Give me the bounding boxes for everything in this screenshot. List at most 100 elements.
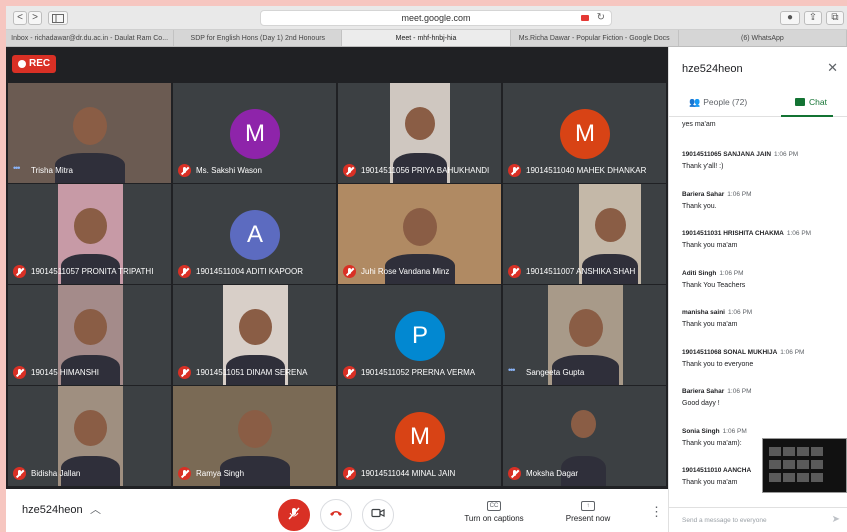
participant-tile[interactable]: 19014511057 PRONITA TRIPATHI [8, 184, 171, 284]
chat-message-header: manisha saini 1:06 PM [682, 309, 842, 316]
people-tab-label: People (72) [703, 97, 748, 107]
browser-tab[interactable]: SDP for English Hons (Day 1) 2nd Honours [174, 30, 343, 46]
participant-face [570, 410, 596, 438]
address-bar[interactable]: meet.google.com ↻ [260, 10, 612, 26]
participant-tile[interactable]: 190145 HIMANSHI [8, 285, 171, 385]
participant-name: 19014511052 PRERNA VERMA [361, 367, 476, 377]
chat-text: Good dayy ! [682, 400, 720, 407]
participant-tile[interactable]: M 19014511044 MINAL JAIN [338, 386, 501, 486]
forward-button[interactable]: > [28, 11, 42, 25]
browser-tab[interactable]: Meet - mhf-hnbj-hia [342, 30, 511, 46]
more-options-icon[interactable]: ⋮ [650, 504, 663, 520]
participant-name-bar: 19014511007 ANSHIKA SHAH [508, 264, 635, 278]
chat-text: Thank you to everyone [682, 360, 754, 368]
participant-name-bar: Bidisha Jallan [13, 466, 80, 480]
microphone-toggle-button[interactable] [278, 499, 310, 531]
participant-tile[interactable]: 19014511051 DINAM SERENA [173, 285, 336, 385]
participant-name-bar: 19014511040 MAHEK DHANKAR [508, 163, 646, 177]
reload-icon[interactable]: ↻ [597, 12, 605, 23]
tab-people[interactable]: 👥 People (72) [689, 97, 747, 108]
chat-timestamp: 1:06 PM [780, 348, 805, 356]
meeting-details-label[interactable]: hze524heon [22, 504, 83, 516]
recording-label: REC [29, 58, 51, 69]
chat-text: Thank you ma'am [682, 321, 738, 328]
present-now-button[interactable]: ↑ Present now [560, 501, 616, 523]
participant-face [239, 309, 272, 345]
video-camera-icon [363, 507, 393, 521]
participant-face [237, 410, 272, 448]
participant-tile[interactable]: M Ms. Sakshi Wason [173, 83, 336, 183]
browser-tab[interactable]: (6) WhatsApp [679, 30, 847, 46]
chat-sender: 19014511065 SANJANA JAIN [682, 151, 772, 158]
thumbnail-tile [769, 447, 781, 456]
participant-tile[interactable]: A 19014511004 ADITI KAPOOR [173, 184, 336, 284]
screen-thumbnail-preview [762, 438, 847, 493]
participant-tile[interactable]: Sangeeta Gupta [503, 285, 666, 385]
participant-tile[interactable]: 19014511007 ANSHIKA SHAH [503, 184, 666, 284]
tab-chat[interactable]: Chat [795, 97, 827, 107]
chat-text: Thank you ma'am [682, 242, 738, 249]
participant-name: 19014511044 MINAL JAIN [361, 468, 456, 478]
chat-message: Bariera Sahar 1:06 PM Good dayy ! [682, 388, 842, 407]
thumbnail-tile [811, 447, 823, 456]
send-icon[interactable]: ➤ [832, 514, 840, 525]
participant-tile[interactable]: Moksha Dagar [503, 386, 666, 486]
participant-name: Sangeeta Gupta [526, 367, 585, 377]
chat-message: 19014511065 SANJANA JAIN 1:06 PM Thank y'a… [682, 151, 842, 170]
leave-call-button[interactable] [320, 499, 352, 531]
participant-name-bar: 19014511052 PRERNA VERMA [343, 365, 475, 379]
participant-tile[interactable]: Ramya Singh [173, 386, 336, 486]
browser-tab[interactable]: Inbox - richadawar@dr.du.ac.in - Daulat … [6, 30, 175, 46]
chat-message-header: Sonia Singh 1:06 PM [682, 428, 842, 435]
close-icon[interactable]: ✕ [827, 60, 838, 76]
browser-tab[interactable]: Ms.Richa Dawar - Popular Fiction - Googl… [511, 30, 679, 46]
participant-tile[interactable]: Juhi Rose Vandana Minz [338, 184, 501, 284]
thumbnail-tile [769, 473, 781, 482]
mic-muted-icon [13, 365, 26, 379]
participant-face [74, 410, 107, 446]
browser-toolbar: < > meet.google.com ↻ ● ⇪ ⧉ [6, 6, 847, 30]
url-text: meet.google.com [401, 13, 471, 23]
camera-toggle-button[interactable] [362, 499, 394, 531]
chevron-up-icon[interactable]: ︿ [90, 501, 101, 517]
recording-badge[interactable]: REC [12, 55, 56, 73]
participant-tile[interactable]: 19014511056 PRIYA BAHUKHANDI [338, 83, 501, 183]
participant-face [74, 208, 107, 244]
message-input[interactable]: Send a message to everyone [682, 517, 767, 524]
mic-muted-icon [508, 163, 521, 177]
share-icon[interactable]: ⇪ [804, 11, 822, 25]
participant-name-bar: Ramya Singh [178, 466, 244, 480]
chat-sender: Bariera Sahar [682, 388, 725, 395]
back-button[interactable]: < [13, 11, 27, 25]
tabs-overview-icon[interactable]: ⧉ [826, 11, 844, 25]
participant-name: 19014511056 PRIYA BAHUKHANDI [361, 165, 490, 175]
captions-button[interactable]: CC Turn on captions [464, 501, 524, 523]
chat-text: yes ma'am [682, 121, 716, 128]
participant-avatar: P [395, 311, 445, 361]
chat-message-header: 19014511031 HRISHITA CHAKMA 1:06 PM [682, 230, 842, 237]
participant-face [594, 208, 626, 243]
mic-muted-icon [178, 365, 191, 379]
participant-face [74, 309, 107, 345]
speaking-indicator-icon [508, 365, 521, 379]
extension-icon[interactable]: ● [780, 11, 800, 25]
participant-name-bar: Trisha Mitra [13, 163, 73, 177]
participant-tile[interactable]: M 19014511040 MAHEK DHANKAR [503, 83, 666, 183]
mic-muted-icon [178, 163, 191, 177]
bottom-control-bar: hze524heon ︿ CC Turn on captions ↑ Prese… [6, 489, 668, 532]
participant-name: Bidisha Jallan [31, 468, 81, 478]
participant-name: 19014511057 PRONITA TRIPATHI [31, 266, 154, 276]
record-icon [18, 60, 26, 68]
mic-muted-icon [343, 264, 356, 278]
participant-face [72, 107, 107, 145]
participant-tile[interactable]: Bidisha Jallan [8, 386, 171, 486]
participant-name-bar: 19014511044 MINAL JAIN [343, 466, 455, 480]
people-icon: 👥 [689, 97, 701, 107]
participant-tile[interactable]: P 19014511052 PRERNA VERMA [338, 285, 501, 385]
thumbnail-tile [783, 460, 795, 469]
mic-muted-icon [343, 365, 356, 379]
sidebar-toggle-icon[interactable] [48, 11, 68, 25]
participant-tile[interactable]: Trisha Mitra [8, 83, 171, 183]
participant-name-bar: Ms. Sakshi Wason [178, 163, 262, 177]
thumbnail-tile [769, 460, 781, 469]
